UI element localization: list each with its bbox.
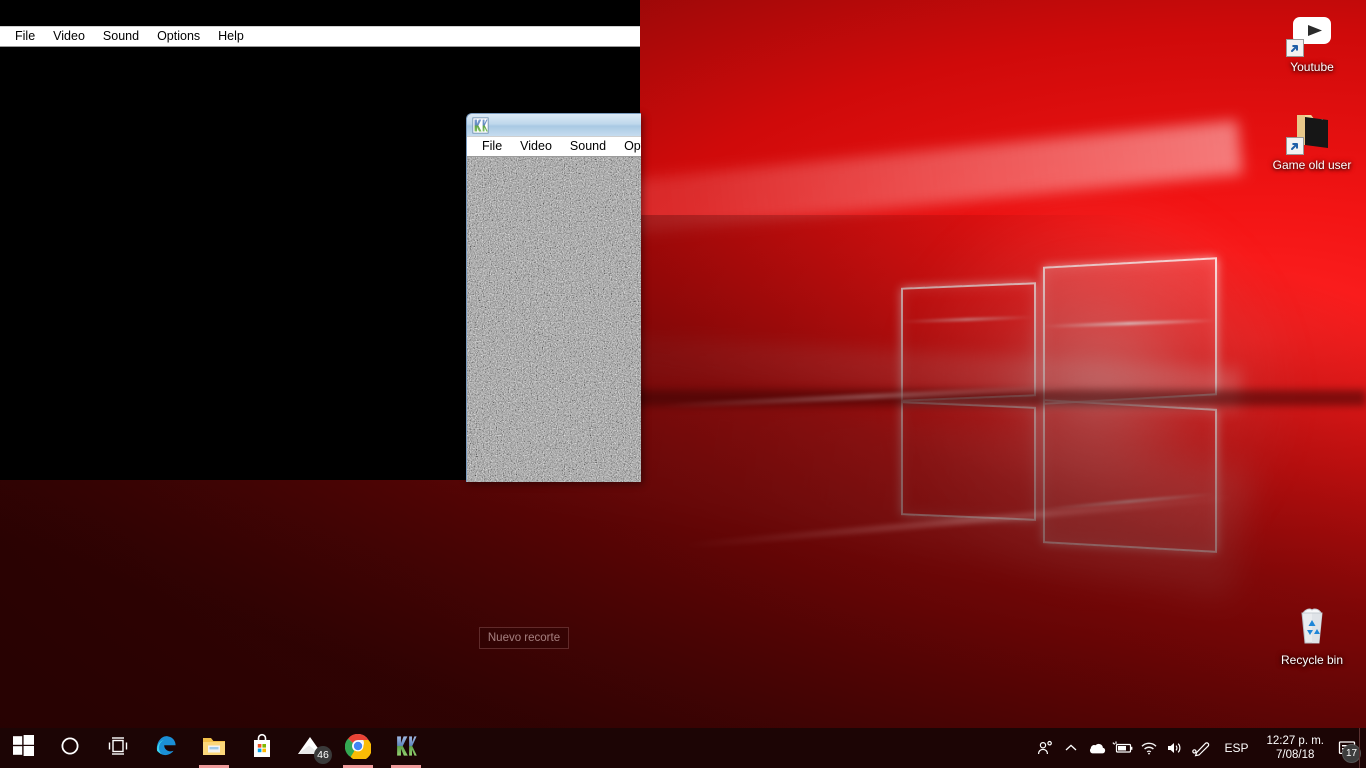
menu-item-file[interactable]: File bbox=[6, 27, 44, 46]
k-lite-icon bbox=[472, 116, 489, 134]
youtube-play-icon bbox=[1286, 8, 1336, 57]
volume-icon[interactable] bbox=[1162, 728, 1188, 768]
taskbar[interactable]: 46 ESP 12:27 p. m. 7/08/18 17 bbox=[0, 728, 1366, 768]
cortana-button[interactable] bbox=[46, 728, 94, 768]
k-lite-icon bbox=[394, 734, 418, 763]
menu-item-file[interactable]: File bbox=[473, 137, 511, 156]
menu-item-options[interactable]: Options bbox=[148, 27, 209, 46]
circle-icon bbox=[60, 736, 80, 761]
edge-icon bbox=[153, 733, 179, 764]
klite-button[interactable] bbox=[382, 728, 430, 768]
onedrive-cloud-icon[interactable] bbox=[1084, 728, 1110, 768]
desktop-icon-game-old-user[interactable]: Game old user bbox=[1269, 106, 1355, 172]
desktop-icon-label: Youtube bbox=[1290, 60, 1334, 74]
shortcut-arrow-icon bbox=[1286, 39, 1304, 57]
window-titlebar[interactable] bbox=[0, 0, 640, 26]
system-tray[interactable]: ESP 12:27 p. m. 7/08/18 17 bbox=[1032, 728, 1366, 768]
menu-item-sound[interactable]: Sound bbox=[94, 27, 148, 46]
clock[interactable]: 12:27 p. m. 7/08/18 bbox=[1258, 734, 1332, 762]
taskbar-pinned-items[interactable]: 46 bbox=[0, 728, 430, 768]
file-explorer-button[interactable] bbox=[190, 728, 238, 768]
task-view-button[interactable] bbox=[94, 728, 142, 768]
chrome-icon bbox=[344, 733, 372, 764]
battery-charging-icon[interactable] bbox=[1110, 728, 1136, 768]
clock-time: 12:27 p. m. bbox=[1266, 735, 1324, 747]
store-button[interactable] bbox=[238, 728, 286, 768]
window-titlebar[interactable] bbox=[467, 114, 641, 136]
shortcut-arrow-icon bbox=[1286, 137, 1304, 155]
menu-item-options[interactable]: Options bbox=[615, 137, 641, 156]
desktop-icon-label: Game old user bbox=[1272, 158, 1352, 172]
pen-workspace-icon[interactable] bbox=[1188, 728, 1214, 768]
wifi-icon[interactable] bbox=[1136, 728, 1162, 768]
desktop-icon-youtube[interactable]: Youtube bbox=[1269, 8, 1355, 74]
menu-item-sound[interactable]: Sound bbox=[561, 137, 615, 156]
people-icon[interactable] bbox=[1032, 728, 1058, 768]
recycle-bin-icon bbox=[1288, 601, 1336, 649]
show-desktop-button[interactable] bbox=[1359, 728, 1366, 768]
language-indicator[interactable]: ESP bbox=[1214, 728, 1258, 768]
start-button[interactable] bbox=[0, 728, 46, 768]
clock-date: 7/08/18 bbox=[1276, 749, 1315, 761]
snip-tool-label: Nuevo recorte bbox=[487, 632, 561, 644]
mail-button[interactable]: 46 bbox=[286, 728, 334, 768]
folder-icon bbox=[201, 734, 227, 763]
menu-bar[interactable]: File Video Sound Options Help bbox=[0, 26, 640, 47]
desktop-screen: Youtube Game old user Recycle bin File V… bbox=[0, 0, 1366, 768]
action-center-button[interactable]: 17 bbox=[1332, 728, 1362, 768]
desktop-icon-recycle-bin[interactable]: Recycle bin bbox=[1269, 601, 1355, 667]
menu-item-video[interactable]: Video bbox=[511, 137, 561, 156]
video-surface-static-noise[interactable] bbox=[467, 157, 641, 482]
desktop-icon-label: Recycle bin bbox=[1280, 653, 1344, 667]
chevron-up-icon[interactable] bbox=[1058, 728, 1084, 768]
media-player-window-secondary[interactable]: File Video Sound Options bbox=[466, 113, 641, 482]
chrome-button[interactable] bbox=[334, 728, 382, 768]
menu-bar[interactable]: File Video Sound Options bbox=[467, 136, 641, 157]
microsoft-store-icon bbox=[250, 733, 274, 764]
windows-logo-icon bbox=[12, 735, 34, 761]
menu-item-help[interactable]: Help bbox=[209, 27, 253, 46]
menu-item-video[interactable]: Video bbox=[44, 27, 94, 46]
task-view-icon bbox=[107, 736, 129, 761]
taskbar-empty-area[interactable] bbox=[430, 728, 1032, 768]
mail-unread-badge: 46 bbox=[314, 746, 332, 764]
snip-tool-ghost-button[interactable]: Nuevo recorte bbox=[479, 627, 569, 649]
folder-open-icon bbox=[1286, 106, 1336, 155]
edge-button[interactable] bbox=[142, 728, 190, 768]
